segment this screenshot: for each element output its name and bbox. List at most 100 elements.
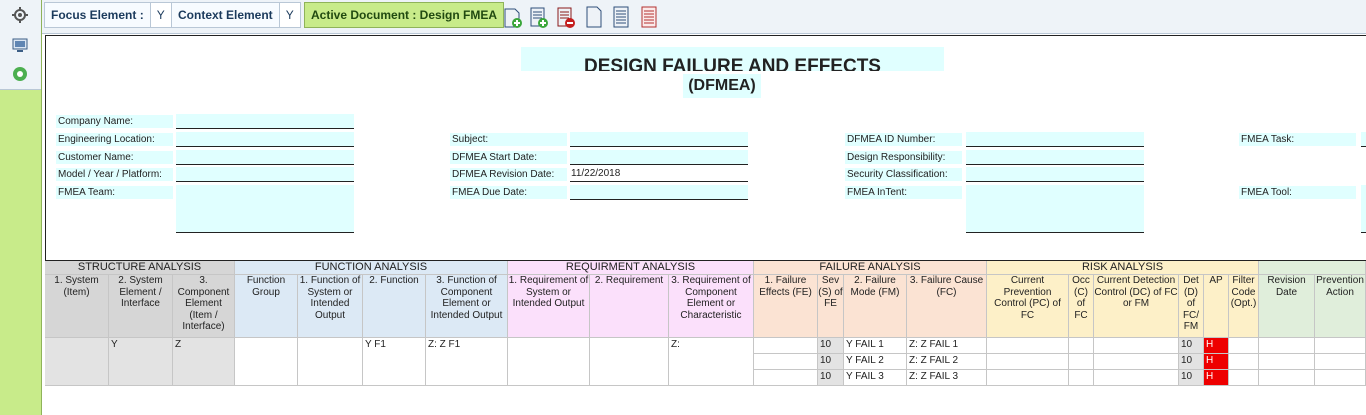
company-name-field[interactable] (176, 114, 354, 129)
cell-detection-control[interactable] (1094, 338, 1179, 354)
cell-req-component[interactable]: Z: (669, 338, 754, 386)
cell-prevention-action[interactable] (1315, 354, 1366, 370)
cell-system-item[interactable] (45, 338, 109, 386)
group-structure-analysis: STRUCTURE ANALYSIS (45, 261, 235, 275)
col-filter-code: Filter Code (Opt.) (1229, 275, 1259, 338)
engineering-location-label: Engineering Location: (56, 133, 173, 146)
cell-detection[interactable]: 10 (1179, 338, 1204, 354)
cell-severity[interactable]: 10 (818, 338, 844, 354)
gear-icon[interactable] (9, 5, 31, 25)
cell-failure-mode[interactable]: Y FAIL 3 (844, 370, 907, 386)
cell-function-group[interactable] (235, 338, 298, 386)
cell-failure-cause[interactable]: Z: Z FAIL 3 (907, 370, 987, 386)
cell-severity[interactable]: 10 (818, 354, 844, 370)
cell-prevention-control[interactable] (987, 338, 1069, 354)
col-occurrence: Occ (C) of FC (1069, 275, 1094, 338)
fmea-tool-field[interactable] (1361, 185, 1366, 233)
col-requirement: 2. Requirement (590, 275, 669, 338)
group-optimization (1259, 261, 1366, 275)
active-document-badge[interactable]: Active Document : Design FMEA (304, 2, 505, 28)
design-responsibility-field[interactable] (966, 150, 1144, 165)
due-date-field[interactable] (570, 185, 748, 200)
cell-failure-mode[interactable]: Y FAIL 2 (844, 354, 907, 370)
col-failure-mode: 2. Failure Mode (FM) (844, 275, 907, 338)
form-title: DESIGN FAILURE AND EFFECTS (521, 47, 944, 71)
monitor-icon[interactable] (9, 35, 31, 55)
cell-component-element[interactable]: Z (173, 338, 235, 386)
cell-occurrence[interactable] (1069, 354, 1094, 370)
col-failure-cause: 3. Failure Cause (FC) (907, 275, 987, 338)
col-detection: Det (D) of FC/ FM (1179, 275, 1204, 338)
group-function-analysis: FUNCTION ANALYSIS (235, 261, 508, 275)
cell-prevention-action[interactable] (1315, 338, 1366, 354)
cell-function-component[interactable]: Z: Z F1 (426, 338, 508, 386)
cell-occurrence[interactable] (1069, 338, 1094, 354)
customer-name-field[interactable] (176, 150, 354, 165)
cell-failure-effects[interactable] (754, 370, 818, 386)
focus-element-label: Focus Element : (51, 8, 144, 22)
start-date-field[interactable] (570, 150, 748, 165)
col-function: 2. Function (363, 275, 426, 338)
report-icon[interactable] (639, 5, 659, 29)
context-element-label: Context Element (178, 8, 273, 22)
refresh-icon[interactable] (9, 64, 31, 84)
model-year-platform-field[interactable] (176, 167, 354, 182)
add-rows-icon[interactable] (529, 5, 549, 29)
cell-occurrence[interactable] (1069, 370, 1094, 386)
cell-revision-date[interactable] (1259, 338, 1315, 354)
cell-function[interactable]: Y F1 (363, 338, 426, 386)
cell-severity[interactable]: 10 (818, 370, 844, 386)
cell-system-element[interactable]: Y (109, 338, 173, 386)
cell-function-system[interactable] (298, 338, 363, 386)
cell-failure-mode[interactable]: Y FAIL 1 (844, 338, 907, 354)
col-function-system: 1. Function of System or Intended Output (298, 275, 363, 338)
cell-ap[interactable]: H (1204, 370, 1229, 386)
group-requirement-analysis: REQUIRMENT ANALYSIS (508, 261, 754, 275)
due-date-label: FMEA Due Date: (450, 186, 567, 199)
blank-page-icon[interactable] (584, 5, 604, 29)
form-subtitle: (DFMEA) (683, 74, 761, 98)
cell-detection-control[interactable] (1094, 354, 1179, 370)
subject-field[interactable] (570, 132, 748, 147)
cell-ap[interactable]: H (1204, 338, 1229, 354)
col-component-element: 3. Component Element (Item / Interface) (173, 275, 235, 338)
engineering-location-field[interactable] (176, 132, 354, 147)
security-classification-field[interactable] (966, 167, 1144, 182)
cell-revision-date[interactable] (1259, 370, 1315, 386)
fmea-task-field[interactable] (1361, 132, 1366, 147)
rail-tools (0, 0, 41, 90)
cell-req-system[interactable] (508, 338, 590, 386)
cell-detection[interactable]: 10 (1179, 354, 1204, 370)
col-system-item: 1. System (Item) (45, 275, 109, 338)
revision-date-field[interactable]: 11/22/2018 (570, 167, 748, 182)
focus-element-box[interactable]: Focus Element : Y (44, 2, 172, 28)
cell-detection-control[interactable] (1094, 370, 1179, 386)
cell-filter-code[interactable] (1229, 338, 1259, 354)
cell-prevention-control[interactable] (987, 370, 1069, 386)
cell-failure-cause[interactable]: Z: Z FAIL 2 (907, 354, 987, 370)
cell-detection[interactable]: 10 (1179, 370, 1204, 386)
cell-filter-code[interactable] (1229, 370, 1259, 386)
new-document-icon[interactable] (503, 5, 523, 29)
cell-filter-code[interactable] (1229, 354, 1259, 370)
cell-prevention-control[interactable] (987, 354, 1069, 370)
cell-failure-effects[interactable] (754, 354, 818, 370)
design-responsibility-label: Design Responsibility: (845, 151, 962, 164)
cell-prevention-action[interactable] (1315, 370, 1366, 386)
dfmea-id-label: DFMEA ID Number: (845, 133, 962, 146)
col-prevention-control: Current Prevention Control (PC) of FC (987, 275, 1069, 338)
dfmea-id-field[interactable] (966, 132, 1144, 147)
delete-rows-icon[interactable] (556, 5, 576, 29)
context-element-value: Y (278, 3, 300, 27)
cell-failure-cause[interactable]: Z: Z FAIL 1 (907, 338, 987, 354)
context-element-box[interactable]: Context Element Y (171, 2, 301, 28)
col-system-element: 2. System Element / Interface (109, 275, 173, 338)
model-year-platform-label: Model / Year / Platform: (56, 168, 173, 181)
cell-ap[interactable]: H (1204, 354, 1229, 370)
cell-requirement[interactable] (590, 338, 669, 386)
cell-failure-effects[interactable] (754, 338, 818, 354)
fmea-team-field[interactable] (176, 185, 354, 233)
cell-revision-date[interactable] (1259, 354, 1315, 370)
fmea-intent-field[interactable] (966, 185, 1144, 233)
list-icon[interactable] (611, 5, 631, 29)
